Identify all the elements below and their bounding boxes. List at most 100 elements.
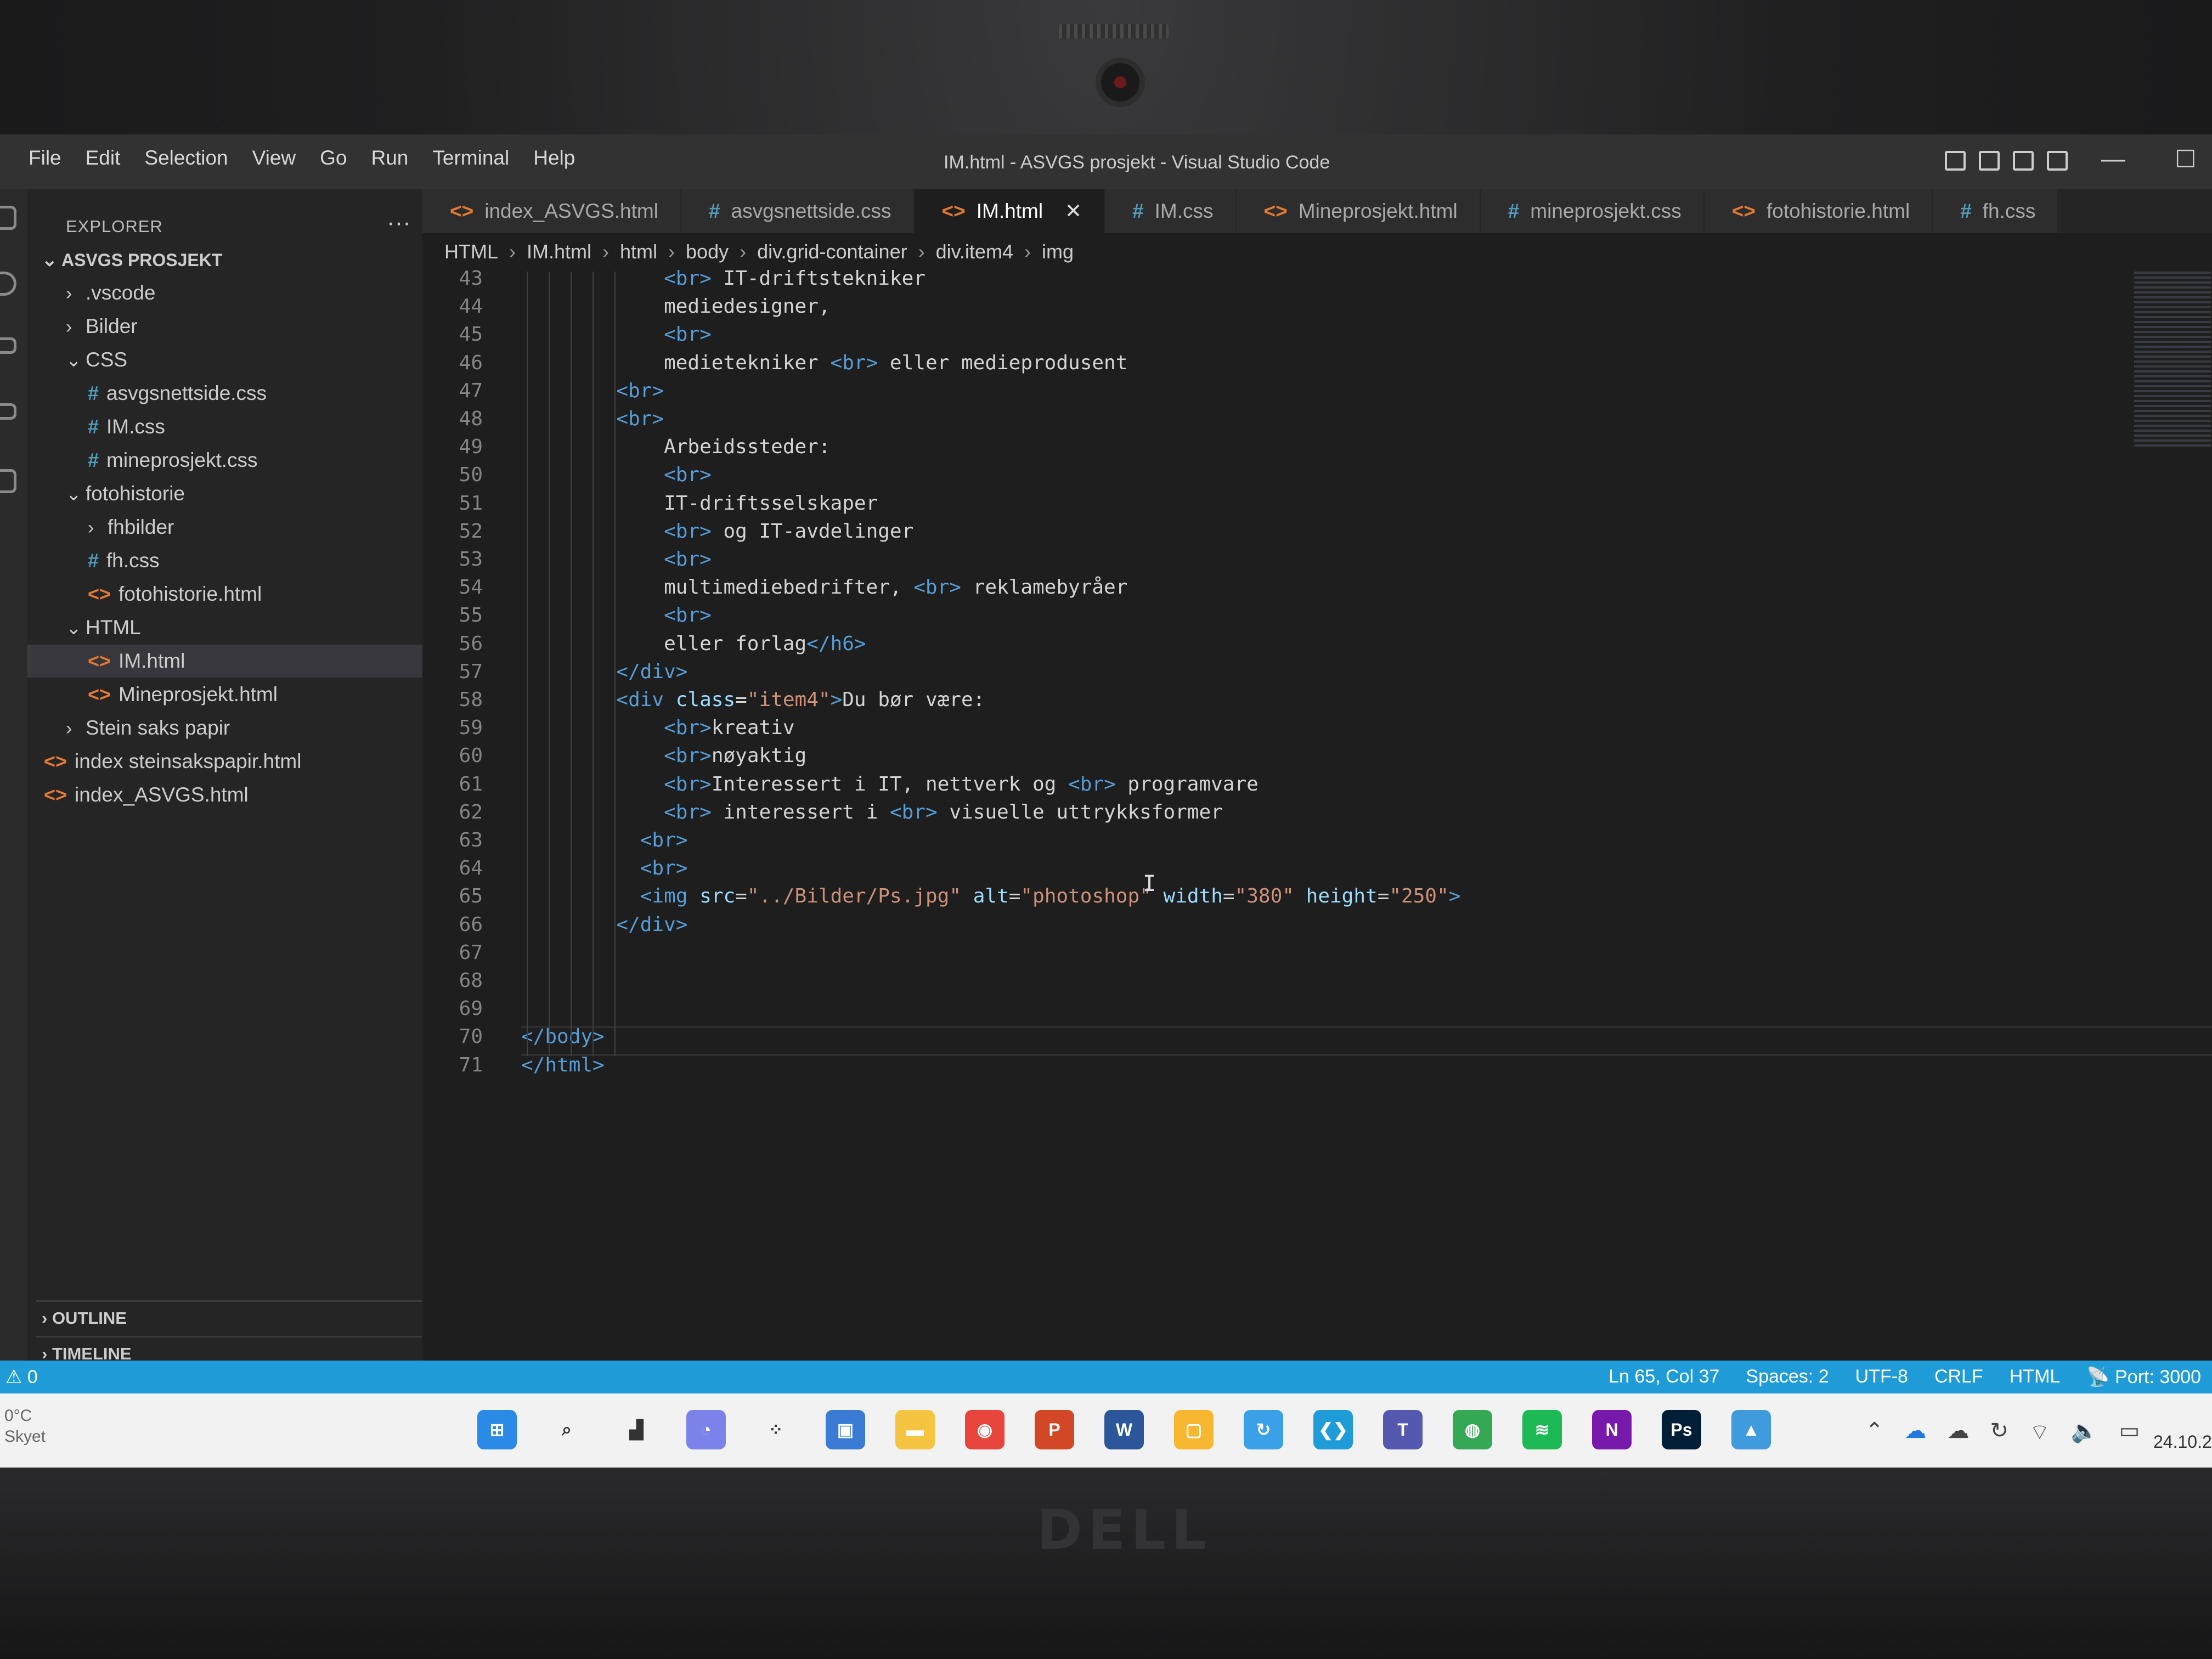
source-control-icon[interactable] [0, 337, 16, 354]
editor-tab[interactable]: <> IM.html ✕ [914, 189, 1105, 233]
code-line[interactable]: 56 eller forlag</h6> [422, 629, 866, 658]
menu-edit[interactable]: Edit [86, 146, 121, 170]
explorer-item[interactable]: ⌄ HTML [66, 612, 141, 644]
indentation[interactable]: Spaces: 2 [1746, 1366, 1829, 1388]
explorer-item[interactable]: # fh.css [88, 545, 160, 577]
word-icon[interactable]: W [1104, 1410, 1144, 1449]
code-line[interactable]: 45 <br> [422, 320, 712, 349]
breadcrumb-item[interactable]: div.item4 [936, 240, 1013, 263]
explorer-icon[interactable] [0, 206, 16, 230]
breadcrumb-item[interactable]: div.grid-container [757, 240, 907, 263]
code-line[interactable]: 64 <br> [422, 854, 688, 883]
chrome-alt-icon[interactable]: ◍ [1453, 1410, 1492, 1449]
code-line[interactable]: 66 </div> [422, 910, 688, 939]
run-debug-icon[interactable] [0, 403, 16, 420]
search-icon[interactable]: ⌕ [547, 1410, 586, 1449]
toggle-panel-icon[interactable] [1979, 151, 2000, 171]
menu-file[interactable]: File [29, 146, 61, 170]
editor-tab[interactable]: # IM.css [1105, 189, 1237, 233]
code-line[interactable]: 47 <br> [422, 376, 664, 405]
cloud-icon[interactable]: ☁ [1948, 1418, 1970, 1446]
toggle-secondary-sidebar-icon[interactable] [2013, 151, 2034, 171]
editor-tab[interactable]: <> Mineprosjekt.html [1236, 189, 1481, 233]
breadcrumb-item[interactable]: img [1042, 240, 1074, 263]
editor-tab[interactable]: <> index_ASVGS.html [422, 189, 681, 233]
explorer-item[interactable]: <> Mineprosjekt.html [88, 679, 278, 710]
chrome-icon[interactable]: ◉ [965, 1410, 1005, 1449]
date[interactable]: 24.10.2 [2153, 1432, 2212, 1452]
code-line[interactable]: 54 multimediebedrifter, <br> reklamebyrå… [422, 573, 1128, 602]
code-line[interactable]: 59 <br>kreativ [422, 713, 795, 742]
explorer-item[interactable]: # asvgsnettside.css [88, 377, 267, 409]
explorer-item[interactable]: <> IM.html [88, 645, 185, 677]
close-icon[interactable]: ✕ [1065, 200, 1082, 222]
explorer-item[interactable]: # mineprosjekt.css [88, 444, 258, 476]
volume-icon[interactable]: 🔈 [2071, 1418, 2098, 1446]
code-line[interactable]: 63 <br> [422, 826, 688, 855]
explorer-item[interactable]: › Stein saks papir [66, 712, 230, 744]
explorer-item[interactable]: ⌄ CSS [66, 344, 127, 376]
explorer-item[interactable]: › fhbilder [88, 511, 174, 543]
sync-icon[interactable]: ↻ [1990, 1418, 2009, 1446]
code-line[interactable]: 51 IT-driftsselskaper [422, 489, 878, 518]
encoding[interactable]: UTF-8 [1855, 1366, 1908, 1388]
code-line[interactable]: 44 mediedesigner, [422, 292, 831, 321]
code-line[interactable]: 60 <br>nøyaktig [422, 741, 807, 770]
notes-icon[interactable]: ▢ [1174, 1410, 1214, 1449]
code-line[interactable]: 71 </html> [422, 1051, 605, 1080]
menu-go[interactable]: Go [320, 146, 347, 170]
chat-icon[interactable]: ◔ [686, 1410, 726, 1449]
photos-icon[interactable]: ▲ [1731, 1410, 1771, 1449]
code-line[interactable]: 62 <br> interessert i <br> visuelle uttr… [422, 798, 1223, 827]
weather-widget[interactable]: 0°C Skyet [4, 1406, 46, 1447]
code-line[interactable]: 43 <br> IT-driftstekniker [422, 264, 926, 293]
editor-tab[interactable]: # mineprosjekt.css [1480, 189, 1705, 233]
code-line[interactable]: 49 Arbeidssteder: [422, 432, 831, 461]
code-line[interactable]: 53 <br> [422, 545, 712, 574]
code-line[interactable]: 48 <br> [422, 404, 664, 433]
explorer-item[interactable]: # IM.css [88, 411, 165, 443]
code-line[interactable]: 70 </body> [422, 1022, 605, 1051]
menu-view[interactable]: View [252, 146, 296, 170]
explorer-item[interactable]: ⌄ fotohistorie [66, 478, 185, 510]
explorer-item[interactable]: › Bilder [66, 311, 138, 342]
onedrive-icon[interactable]: ☁ [1905, 1418, 1927, 1446]
more-actions-icon[interactable]: ··· [387, 209, 411, 236]
spotify-icon[interactable]: ≋ [1522, 1410, 1562, 1449]
menu-selection[interactable]: Selection [144, 146, 228, 170]
editor-tab[interactable]: # asvgsnettside.css [681, 189, 915, 233]
code-line[interactable]: 67 [422, 938, 483, 967]
live-server-port[interactable]: 📡 Port: 3000 [2086, 1366, 2201, 1388]
explorer-item[interactable]: <> fotohistorie.html [88, 578, 262, 610]
problems-indicator[interactable]: ⚠ 0 [5, 1366, 38, 1388]
code-line[interactable]: 50 <br> [422, 460, 712, 489]
task-view-icon[interactable]: ▟ [617, 1410, 656, 1449]
wifi-icon[interactable]: ⌔ [2029, 1418, 2050, 1446]
code-line[interactable]: 65 <img src="../Bilder/Ps.jpg" alt="phot… [422, 882, 1461, 911]
code-line[interactable]: 46 medietekniker <br> eller medieproduse… [422, 348, 1128, 377]
teams-icon[interactable]: T [1383, 1410, 1423, 1449]
search-icon[interactable] [0, 272, 16, 296]
minimize-icon[interactable]: — [2101, 145, 2125, 173]
breadcrumb-item[interactable]: HTML [444, 240, 498, 263]
breadcrumb-item[interactable]: IM.html [527, 240, 591, 263]
vscode-icon[interactable]: ❮❯ [1313, 1410, 1353, 1449]
breadcrumb-item[interactable]: html [620, 240, 657, 263]
project-root[interactable]: ⌄ ASVGS PROSJEKT [42, 244, 222, 276]
code-line[interactable]: 57 </div> [422, 657, 688, 686]
battery-icon[interactable]: ▭ [2119, 1418, 2140, 1446]
breadcrumb-item[interactable]: body [686, 240, 729, 263]
powerpoint-icon[interactable]: P [1035, 1410, 1074, 1449]
explorer-item[interactable]: <> index steinsakspapir.html [44, 746, 301, 777]
customize-layout-icon[interactable] [2047, 151, 2068, 171]
file-explorer-icon[interactable]: ▬ [895, 1410, 935, 1449]
code-line[interactable]: 58 <div class="item4">Du bør være: [422, 685, 985, 714]
extensions-icon[interactable] [0, 469, 16, 493]
minimap[interactable] [2134, 272, 2211, 447]
code-line[interactable]: 55 <br> [422, 601, 712, 630]
editor-tab[interactable]: # fh.css [1933, 189, 2059, 233]
photoshop-icon[interactable]: Ps [1662, 1410, 1701, 1449]
explorer-item[interactable]: › .vscode [66, 277, 156, 309]
explorer-item[interactable]: <> index_ASVGS.html [44, 779, 249, 811]
code-editor[interactable]: 43 <br> IT-driftstekniker 44 mediedesigne… [422, 267, 2212, 1358]
